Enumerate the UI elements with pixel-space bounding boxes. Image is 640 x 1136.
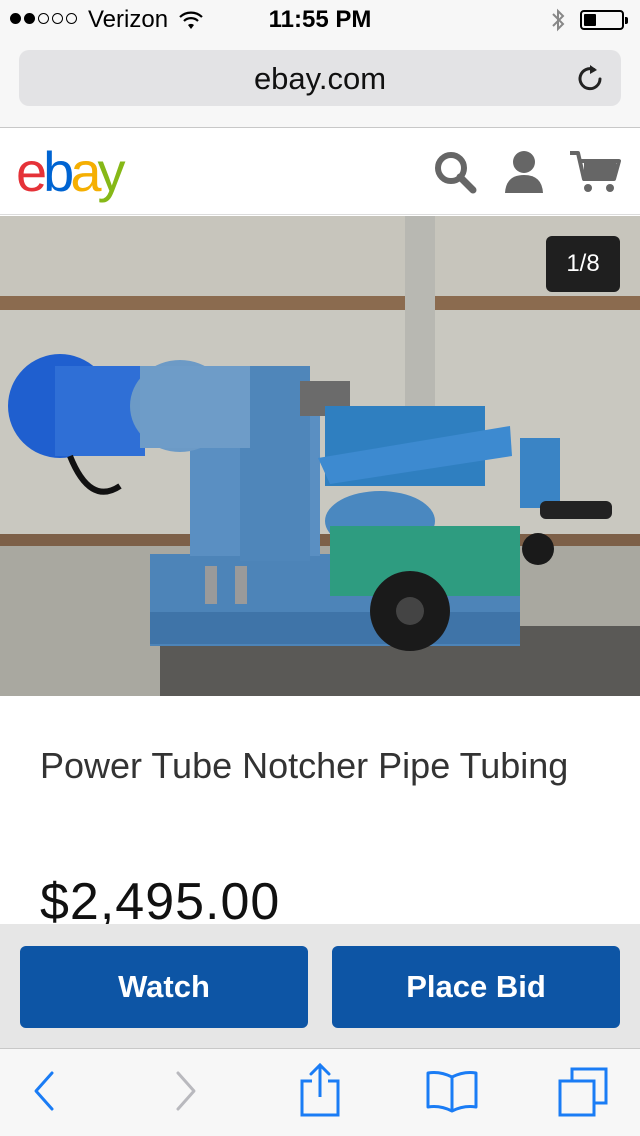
place-bid-button[interactable]: Place Bid	[332, 946, 620, 1028]
action-bar: Watch Place Bid	[0, 924, 640, 1048]
status-bar: Verizon 11:55 PM	[0, 0, 640, 40]
browser-top-chrome: Verizon 11:55 PM ebay.com	[0, 0, 640, 128]
user-icon[interactable]	[502, 149, 546, 200]
forward-icon[interactable]	[170, 1067, 202, 1120]
browser-toolbar	[0, 1048, 640, 1136]
watch-button[interactable]: Watch	[20, 946, 308, 1028]
bookmarks-icon[interactable]	[424, 1067, 480, 1120]
clock: 11:55 PM	[268, 6, 372, 33]
image-counter: 1/8	[546, 236, 620, 292]
cart-icon[interactable]	[568, 149, 622, 200]
ebay-logo[interactable]: ebay	[16, 139, 125, 204]
reload-icon[interactable]	[575, 62, 607, 99]
tabs-icon[interactable]	[556, 1065, 610, 1124]
share-icon[interactable]	[298, 1061, 342, 1124]
url-text: ebay.com	[253, 61, 387, 96]
back-icon[interactable]	[28, 1067, 60, 1120]
site-header: ebay	[0, 129, 640, 215]
product-photo	[0, 216, 640, 696]
product-image[interactable]: 1/8	[0, 216, 640, 696]
listing-title: Power Tube Notcher Pipe Tubing	[40, 745, 569, 786]
address-bar[interactable]: ebay.com	[19, 50, 621, 106]
bluetooth-icon	[550, 8, 566, 37]
listing-price: $2,495.00	[40, 873, 281, 931]
battery-icon	[580, 10, 628, 30]
search-icon[interactable]	[432, 149, 478, 200]
